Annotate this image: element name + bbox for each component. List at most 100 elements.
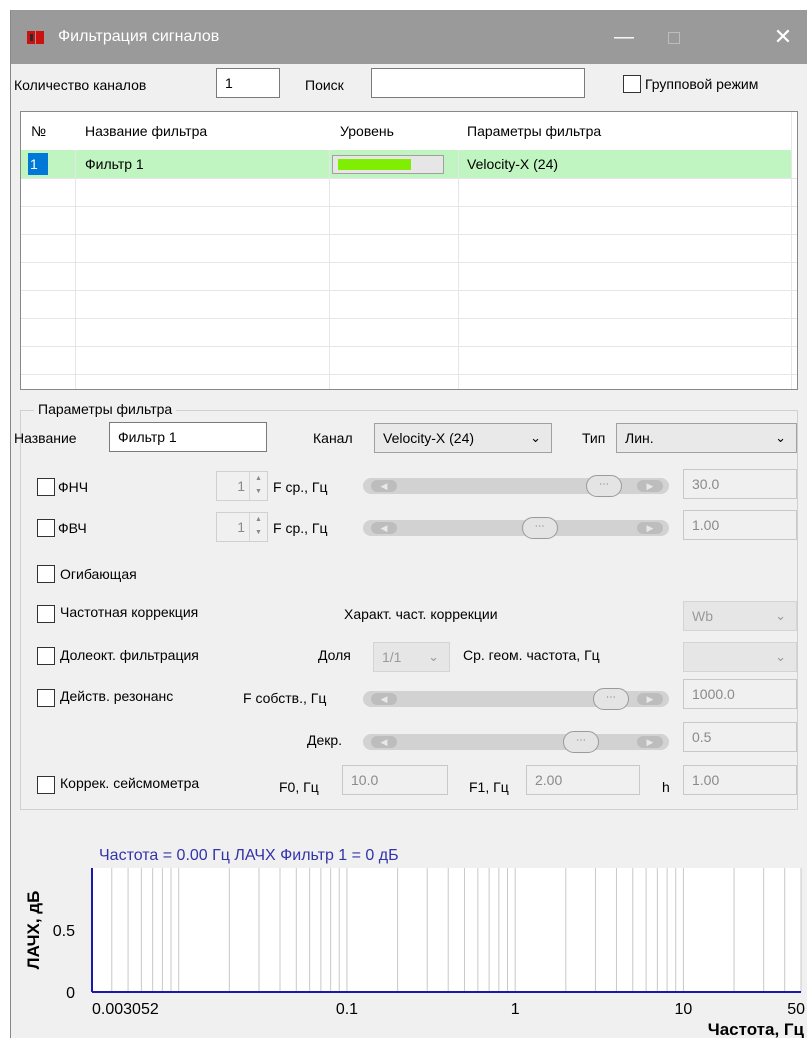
f0-input[interactable]: 10.0: [342, 765, 448, 795]
resonance-checkbox[interactable]: [37, 689, 55, 707]
slider-left-arrow-icon[interactable]: ◀: [371, 693, 397, 705]
slider-right-arrow-icon[interactable]: ▶: [637, 480, 663, 492]
f1-input[interactable]: 2.00: [526, 765, 640, 795]
slider-thumb[interactable]: ⋯: [586, 475, 622, 497]
window-title: Фильтрация сигналов: [58, 28, 220, 45]
lpf-freq-input[interactable]: 30.0: [683, 469, 797, 499]
h-label: h: [662, 779, 670, 795]
close-icon: ✕: [773, 24, 793, 49]
search-input[interactable]: [371, 68, 585, 98]
x-tick-label: 0.1: [336, 1001, 358, 1018]
slider-thumb[interactable]: ⋯: [521, 517, 558, 539]
lpf-checkbox[interactable]: [37, 478, 55, 496]
channel-count-input[interactable]: 1: [216, 68, 280, 98]
f1-label: F1, Гц: [469, 779, 509, 795]
filter-name-input[interactable]: Фильтр 1: [109, 422, 267, 452]
level-bar: [332, 155, 444, 174]
slider-thumb[interactable]: ⋯: [563, 731, 599, 753]
maximize-icon: [668, 31, 680, 44]
channel-label: Канал: [313, 430, 353, 446]
slider-left-arrow-icon[interactable]: ◀: [371, 736, 397, 748]
seismo-label: Коррек. сейсмометра: [60, 775, 200, 791]
chevron-down-icon: ⌄: [530, 430, 541, 445]
hpf-order-value: 1: [237, 519, 245, 535]
filter-params-title: Параметры фильтра: [34, 401, 177, 417]
column-header-params[interactable]: Параметры фильтра: [467, 112, 601, 150]
slider-left-arrow-icon[interactable]: ◀: [371, 522, 397, 534]
seismo-checkbox[interactable]: [37, 776, 55, 794]
column-header-level[interactable]: Уровень: [340, 112, 394, 150]
fraction-select[interactable]: 1/1 ⌄: [373, 642, 450, 672]
lpf-freq-label: F ср., Гц: [273, 479, 328, 495]
minimize-icon: —: [614, 26, 634, 48]
row-name-cell: Фильтр 1: [85, 156, 144, 172]
channel-select[interactable]: Velocity-X (24) ⌄: [374, 423, 552, 453]
resonance-label: Действ. резонанс: [60, 688, 174, 704]
x-tick-label: 1: [511, 1001, 520, 1018]
x-tick-label: 50: [787, 1001, 805, 1018]
lpf-label: ФНЧ: [58, 479, 89, 495]
chevron-down-icon: ⌄: [775, 608, 786, 623]
slider-right-arrow-icon[interactable]: ▶: [637, 693, 663, 705]
frequency-response-chart[interactable]: Частота = 0.00 Гц ЛАЧХ Фильтр 1 = 0 дБ00…: [11, 830, 807, 1038]
freq-corr-label: Частотная коррекция: [60, 604, 199, 620]
channel-count-label: Количество каналов: [14, 77, 147, 93]
own-freq-input[interactable]: 1000.0: [683, 679, 797, 709]
own-freq-label: F собств., Гц: [243, 690, 327, 706]
chevron-down-icon: ⌄: [428, 649, 439, 664]
table-row[interactable]: 1 Фильтр 1 Velocity-X (24): [21, 150, 791, 178]
slider-right-arrow-icon[interactable]: ▶: [637, 736, 663, 748]
filter-name-label: Название: [14, 430, 77, 446]
title-bar[interactable]: Фильтрация сигналов — ✕: [11, 10, 807, 64]
search-label: Поиск: [305, 77, 344, 93]
y-axis-title: ЛАЧХ, дБ: [24, 891, 43, 970]
slider-thumb[interactable]: ⋯: [592, 688, 629, 710]
slider-left-arrow-icon[interactable]: ◀: [371, 480, 397, 492]
fract-oct-checkbox[interactable]: [37, 647, 55, 665]
chevron-down-icon: ⌄: [775, 430, 786, 445]
lpf-freq-slider[interactable]: ◀ ▶ ⋯: [363, 475, 669, 497]
group-mode-label: Групповой режим: [645, 76, 759, 92]
envelope-checkbox[interactable]: [37, 565, 55, 583]
chevron-down-icon: ⌄: [775, 649, 786, 664]
freq-corr-checkbox[interactable]: [37, 605, 55, 623]
x-tick-label: 10: [675, 1001, 693, 1018]
group-mode-checkbox[interactable]: [623, 75, 641, 93]
f0-label: F0, Гц: [279, 779, 319, 795]
maximize-button[interactable]: [649, 10, 699, 64]
fraction-select-value: 1/1: [382, 649, 402, 665]
lpf-order-spinner[interactable]: 1 ▲ ▼: [216, 471, 268, 501]
decr-input[interactable]: 0.5: [683, 722, 797, 752]
filter-window: Фильтрация сигналов — ✕ Количество канал…: [10, 10, 807, 1038]
h-input[interactable]: 1.00: [683, 765, 797, 795]
filters-table[interactable]: № Название фильтра Уровень Параметры фил…: [20, 111, 798, 390]
type-select-value: Лин.: [625, 430, 654, 446]
hpf-order-spinner[interactable]: 1 ▲ ▼: [216, 512, 268, 542]
x-tick-label: 0.003052: [92, 1001, 159, 1018]
minimize-button[interactable]: —: [599, 10, 649, 64]
slider-right-arrow-icon[interactable]: ▶: [637, 522, 663, 534]
own-freq-slider[interactable]: ◀ ▶ ⋯: [363, 688, 669, 710]
hpf-freq-label: F ср., Гц: [273, 520, 328, 536]
geo-freq-select[interactable]: ⌄: [683, 642, 797, 672]
freq-corr-char-select[interactable]: Wb ⌄: [683, 601, 797, 631]
fraction-label: Доля: [318, 647, 351, 663]
decr-label: Декр.: [307, 732, 343, 748]
hpf-checkbox[interactable]: [37, 519, 55, 537]
row-num-cell: 1: [28, 153, 48, 175]
hpf-freq-input[interactable]: 1.00: [683, 510, 797, 540]
chart-title: Частота = 0.00 Гц ЛАЧХ Фильтр 1 = 0 дБ: [99, 847, 399, 864]
hpf-freq-slider[interactable]: ◀ ▶ ⋯: [363, 517, 669, 539]
envelope-label: Огибающая: [60, 566, 137, 582]
column-header-name[interactable]: Название фильтра: [85, 112, 207, 150]
close-button[interactable]: ✕: [758, 10, 807, 64]
hpf-label: ФВЧ: [58, 520, 87, 536]
spinner-arrows-icon[interactable]: ▲ ▼: [249, 472, 267, 500]
decr-slider[interactable]: ◀ ▶ ⋯: [363, 731, 669, 753]
spinner-arrows-icon[interactable]: ▲ ▼: [249, 513, 267, 541]
channel-select-value: Velocity-X (24): [383, 430, 475, 446]
column-header-num[interactable]: №: [31, 112, 46, 150]
type-label: Тип: [582, 430, 606, 446]
type-select[interactable]: Лин. ⌄: [616, 423, 797, 453]
fract-oct-label: Долеокт. фильтрация: [60, 647, 199, 663]
